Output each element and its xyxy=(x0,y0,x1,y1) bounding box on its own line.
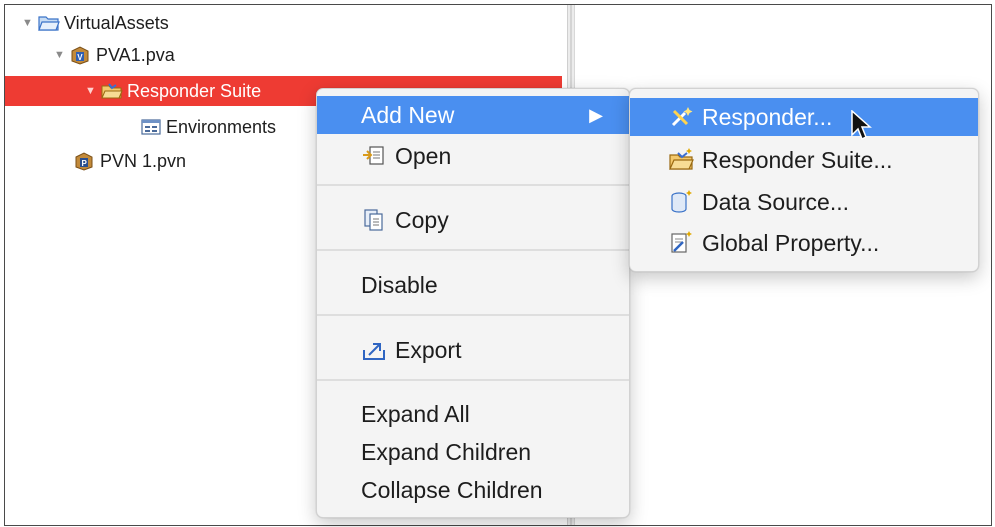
svg-text:P: P xyxy=(82,159,88,168)
tree-item-label: Environments xyxy=(166,116,277,137)
add-new-submenu: Responder... Responder Suite... Data Sou… xyxy=(629,88,979,272)
tree-item-virtualassets[interactable]: ▼ VirtualAssets xyxy=(22,8,169,38)
environments-icon xyxy=(140,117,162,137)
menu-item-label: Copy xyxy=(395,206,449,233)
tree-item-label: PVN 1.pvn xyxy=(100,150,187,171)
submenu-item-global-property[interactable]: Global Property... xyxy=(630,224,978,262)
menu-item-label: Export xyxy=(395,336,462,363)
menu-item-open[interactable]: Open xyxy=(317,137,629,175)
svg-text:V: V xyxy=(77,53,83,62)
tree-item-environments[interactable]: Environments xyxy=(140,112,276,142)
menu-item-label: Disable xyxy=(361,271,438,298)
submenu-item-responder[interactable]: Responder... xyxy=(630,98,978,136)
menu-separator xyxy=(317,379,629,381)
menu-separator xyxy=(317,314,629,316)
data-source-icon xyxy=(668,189,694,215)
mouse-pointer-icon xyxy=(851,110,872,141)
context-menu: Add New ▶ Open Copy Disable Export Expan… xyxy=(316,88,630,518)
menu-item-label: Add New xyxy=(361,101,455,128)
responder-suite-icon xyxy=(101,81,123,101)
copy-icon xyxy=(361,207,387,233)
folder-open-icon xyxy=(38,13,60,33)
tree-item-pva1[interactable]: ▼ V PVA1.pva xyxy=(54,40,175,70)
menu-item-label: Responder... xyxy=(702,103,833,130)
menu-item-disable[interactable]: Disable xyxy=(317,266,629,304)
tree-item-label: PVA1.pva xyxy=(96,44,175,65)
disclosure-triangle-icon[interactable]: ▼ xyxy=(85,85,97,97)
submenu-arrow-icon: ▶ xyxy=(589,105,603,125)
disclosure-triangle-icon[interactable]: ▼ xyxy=(54,49,66,61)
tree-item-pvn1[interactable]: P PVN 1.pvn xyxy=(74,146,186,176)
submenu-item-responder-suite[interactable]: Responder Suite... xyxy=(630,141,978,179)
menu-item-label: Expand Children xyxy=(361,438,532,465)
disclosure-triangle-icon[interactable]: ▼ xyxy=(22,17,34,29)
menu-item-expand-children[interactable]: Expand Children xyxy=(317,433,629,471)
menu-item-label: Expand All xyxy=(361,400,470,427)
pvn-project-icon: P xyxy=(74,151,96,171)
tree-item-label: VirtualAssets xyxy=(64,12,169,33)
responder-suite-icon xyxy=(668,147,694,173)
open-icon xyxy=(361,143,387,169)
menu-item-collapse-children[interactable]: Collapse Children xyxy=(317,471,629,509)
menu-item-label: Global Property... xyxy=(702,229,880,256)
menu-item-label: Data Source... xyxy=(702,188,850,215)
menu-item-copy[interactable]: Copy xyxy=(317,201,629,239)
menu-separator xyxy=(317,184,629,186)
submenu-item-data-source[interactable]: Data Source... xyxy=(630,183,978,221)
menu-item-expand-all[interactable]: Expand All xyxy=(317,395,629,433)
tree-item-label: Responder Suite xyxy=(127,80,262,101)
responder-icon xyxy=(668,104,694,130)
export-icon xyxy=(361,337,387,363)
menu-item-add-new[interactable]: Add New ▶ xyxy=(317,96,629,134)
global-property-icon xyxy=(668,230,694,256)
menu-item-label: Responder Suite... xyxy=(702,146,893,173)
menu-item-label: Open xyxy=(395,142,452,169)
pva-project-icon: V xyxy=(70,45,92,65)
menu-item-export[interactable]: Export xyxy=(317,331,629,369)
menu-item-label: Collapse Children xyxy=(361,476,543,503)
menu-separator xyxy=(317,249,629,251)
